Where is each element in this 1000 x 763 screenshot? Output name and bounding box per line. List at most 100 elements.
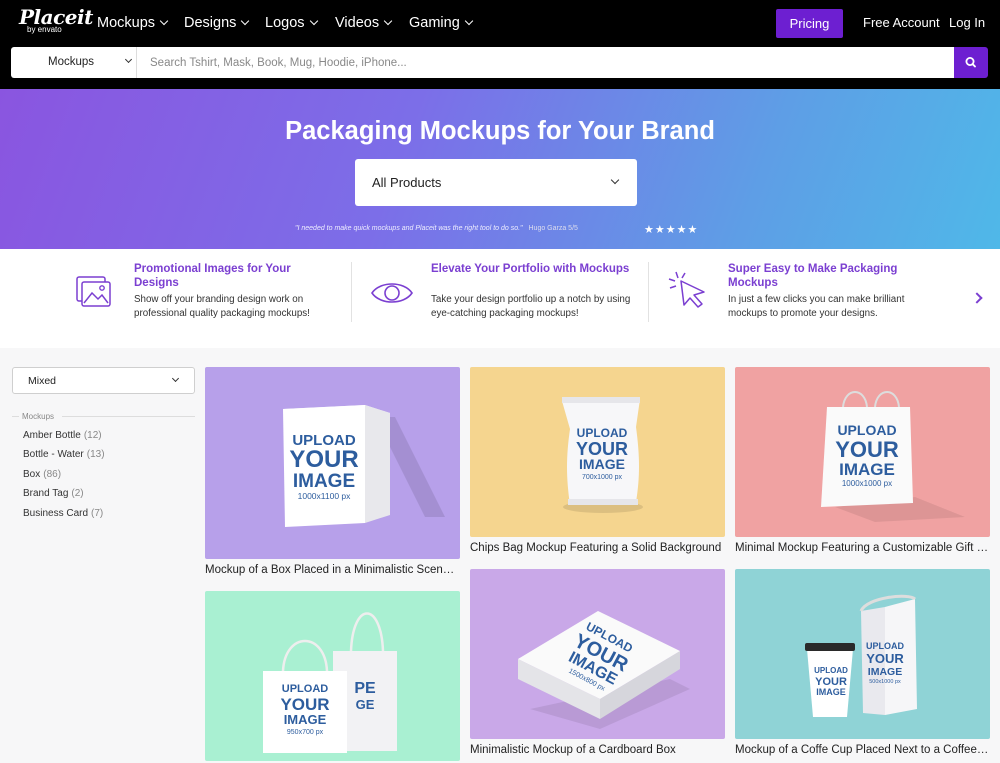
card-title[interactable]: Minimal Mockup Featuring a Customizable … bbox=[735, 542, 990, 554]
mockup-card[interactable]: UPLOAD YOUR IMAGE 1000x1100 px Mockup of… bbox=[205, 367, 460, 582]
testimonial-author: Hugo Garza 5/5 bbox=[528, 225, 578, 232]
features-strip: Promotional Images for Your Designs Show… bbox=[0, 249, 1000, 348]
rating-stars-icon: ★★★★★ bbox=[644, 224, 699, 236]
filter-item[interactable]: Bottle - Water (13) bbox=[23, 449, 105, 460]
upload-label: UPLOAD bbox=[577, 426, 628, 440]
feature-easy: Super Easy to Make Packaging Mockups In … bbox=[668, 262, 928, 335]
divider bbox=[648, 262, 649, 322]
dimensions-label: 1000x1000 px bbox=[842, 479, 892, 488]
product-filter-value: All Products bbox=[372, 175, 442, 190]
feature-title: Super Easy to Make Packaging Mockups bbox=[728, 263, 898, 289]
nav-gaming-label: Gaming bbox=[409, 15, 460, 31]
card-title[interactable]: Chips Bag Mockup Featuring a Solid Backg… bbox=[470, 542, 725, 554]
filter-label: Bottle - Water bbox=[23, 449, 84, 460]
svg-text:IMAGE: IMAGE bbox=[816, 687, 846, 697]
filter-count: (7) bbox=[91, 508, 104, 519]
image-label: IMAGE bbox=[579, 456, 625, 472]
search-category-select[interactable]: Mockups bbox=[11, 47, 137, 78]
search-bar: Mockups bbox=[0, 47, 1000, 89]
nav-logos[interactable]: Logos bbox=[265, 14, 318, 32]
card-title[interactable]: Minimalistic Mockup of a Cardboard Box bbox=[470, 744, 725, 756]
nav-mockups[interactable]: Mockups bbox=[97, 14, 169, 32]
free-account-link[interactable]: Free Account bbox=[863, 15, 940, 30]
search-category-value: Mockups bbox=[48, 56, 95, 68]
dimensions-label: 500x1000 px bbox=[869, 679, 901, 685]
filter-count: (13) bbox=[86, 449, 105, 460]
mockup-thumbnail[interactable]: UPLOAD YOUR IMAGE 1500x800 px bbox=[470, 569, 725, 739]
feature-title: Elevate Your Portfolio with Mockups bbox=[431, 263, 630, 275]
nav-mockups-label: Mockups bbox=[97, 15, 156, 31]
hero-banner: Packaging Mockups for Your Brand All Pro… bbox=[0, 89, 1000, 249]
mockup-card[interactable]: UPLOAD YOUR IMAGE 950x700 px PE GE bbox=[205, 591, 460, 761]
filter-count: (86) bbox=[43, 469, 62, 480]
svg-text:PE: PE bbox=[354, 680, 376, 697]
mockup-card[interactable]: UPLOAD YOUR IMAGE 1000x1000 px Minimal M… bbox=[735, 367, 990, 557]
login-link[interactable]: Log In bbox=[949, 15, 985, 30]
image-label: IMAGE bbox=[868, 666, 902, 678]
chevron-down-icon bbox=[309, 16, 318, 26]
your-label: YOUR bbox=[835, 437, 899, 462]
svg-text:GE: GE bbox=[356, 697, 375, 712]
chevron-down-icon bbox=[124, 55, 133, 64]
image-label: IMAGE bbox=[293, 471, 355, 492]
filter-label: Box bbox=[23, 469, 41, 480]
mockup-thumbnail[interactable]: UPLOAD YOUR IMAGE 950x700 px PE GE bbox=[205, 591, 460, 761]
mockup-card[interactable]: UPLOAD YOUR IMAGE 700x1000 px Chips Bag … bbox=[470, 367, 725, 557]
filter-label: Brand Tag bbox=[23, 488, 69, 499]
mockup-thumbnail[interactable]: UPLOAD YOUR IMAGE 1000x1100 px bbox=[205, 367, 460, 559]
product-filter-select[interactable]: All Products bbox=[355, 159, 637, 206]
sort-value: Mixed bbox=[28, 375, 57, 387]
dimensions-label: 950x700 px bbox=[287, 729, 324, 736]
image-label: IMAGE bbox=[284, 712, 327, 727]
mockup-thumbnail[interactable]: UPLOAD YOUR IMAGE 1000x1000 px bbox=[735, 367, 990, 537]
upload-label: UPLOAD bbox=[837, 422, 896, 438]
chevron-down-icon bbox=[383, 16, 393, 26]
search-input[interactable] bbox=[137, 47, 954, 78]
chevron-down-icon bbox=[464, 16, 474, 26]
filter-count: (2) bbox=[71, 488, 84, 499]
filter-item[interactable]: Box (86) bbox=[23, 469, 61, 480]
nav-videos[interactable]: Videos bbox=[335, 14, 393, 32]
chevron-down-icon bbox=[610, 175, 620, 185]
top-navigation: Placeit by envato Mockups Designs Logos … bbox=[0, 0, 1000, 47]
search-button[interactable] bbox=[954, 47, 988, 78]
testimonial-quote: "I needed to make quick mockups and Plac… bbox=[295, 225, 523, 232]
dimensions-label: 1000x1100 px bbox=[298, 491, 352, 501]
filter-item[interactable]: Amber Bottle (12) bbox=[23, 430, 102, 441]
nav-logos-label: Logos bbox=[265, 15, 305, 31]
divider bbox=[351, 262, 352, 322]
filter-count: (12) bbox=[83, 430, 102, 441]
mockup-card[interactable]: UPLOAD YOUR IMAGE 1500x800 px Minimalist… bbox=[470, 569, 725, 761]
chevron-down-icon bbox=[159, 16, 169, 26]
page-title: Packaging Mockups for Your Brand bbox=[285, 117, 715, 145]
sort-select[interactable]: Mixed bbox=[12, 367, 195, 394]
dimensions-label: 700x1000 px bbox=[582, 474, 623, 481]
feature-portfolio: Elevate Your Portfolio with Mockups Take… bbox=[370, 262, 630, 335]
testimonial: "I needed to make quick mockups and Plac… bbox=[295, 225, 578, 232]
filter-item[interactable]: Brand Tag (2) bbox=[23, 488, 84, 499]
pricing-button[interactable]: Pricing bbox=[776, 9, 843, 38]
image-label: IMAGE bbox=[839, 460, 895, 479]
feature-description: In just a few clicks you can make brilli… bbox=[728, 294, 905, 319]
filter-label: Business Card bbox=[23, 508, 89, 519]
nav-designs[interactable]: Designs bbox=[184, 14, 250, 32]
card-title[interactable]: Mockup of a Coffe Cup Placed Next to a C… bbox=[735, 744, 990, 756]
nav-videos-label: Videos bbox=[335, 15, 380, 31]
upload-label: UPLOAD bbox=[866, 641, 905, 651]
logo-text: Placeit bbox=[19, 5, 93, 29]
upload-label: UPLOAD bbox=[282, 683, 329, 695]
feature-description: Show off your branding design work on pr… bbox=[134, 294, 310, 319]
card-title[interactable]: Mockup of a Box Placed in a Minimalistic… bbox=[205, 564, 460, 576]
mockup-card[interactable]: UPLOAD YOUR IMAGE UPLOAD YOUR IMAGE 500x… bbox=[735, 569, 990, 761]
feature-description: Take your design portfolio up a notch by… bbox=[431, 294, 631, 319]
nav-gaming[interactable]: Gaming bbox=[409, 14, 474, 32]
filter-item[interactable]: Business Card (7) bbox=[23, 508, 103, 519]
nav-designs-label: Designs bbox=[184, 15, 237, 31]
chevron-down-icon bbox=[241, 16, 250, 26]
mockup-thumbnail[interactable]: UPLOAD YOUR IMAGE UPLOAD YOUR IMAGE 500x… bbox=[735, 569, 990, 739]
mockup-thumbnail[interactable]: UPLOAD YOUR IMAGE 700x1000 px bbox=[470, 367, 725, 537]
filter-heading: Mockups bbox=[22, 412, 55, 421]
placeit-logo[interactable]: Placeit by envato bbox=[19, 7, 93, 34]
your-label: YOUR bbox=[289, 446, 358, 473]
your-label: YOUR bbox=[866, 651, 904, 666]
